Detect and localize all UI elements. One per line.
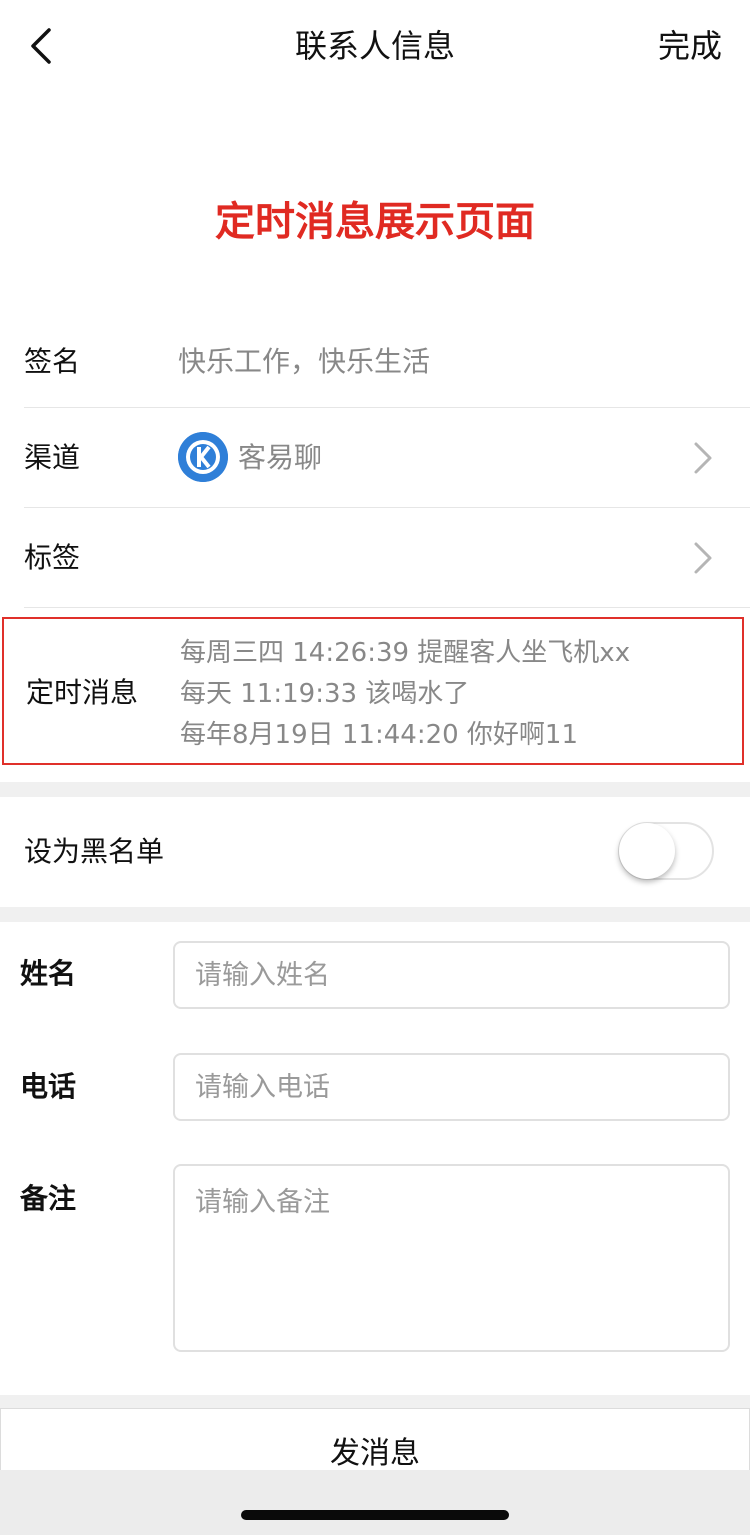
scheduled-label: 定时消息 (26, 676, 139, 709)
tags-row[interactable]: 标签 (0, 508, 750, 608)
section-gap (0, 1395, 750, 1408)
scheduled-item: 每年8月19日 11:44:20 你好啊11 (180, 720, 579, 750)
home-indicator[interactable] (241, 1510, 509, 1520)
divider (24, 607, 750, 608)
scheduled-item: 每天 11:19:33 该喝水了 (180, 679, 470, 709)
note-label: 备注 (20, 1182, 77, 1215)
tags-label: 标签 (24, 541, 81, 574)
section-gap (0, 907, 750, 922)
name-label: 姓名 (20, 957, 77, 990)
scheduled-list: 每周三四 14:26:39 提醒客人坐飞机xx 每天 11:19:33 该喝水了… (180, 633, 630, 756)
keyiliao-logo-icon (178, 432, 228, 482)
phone-input[interactable] (173, 1053, 730, 1121)
blacklist-row: 设为黑名单 (0, 797, 750, 907)
phone-label: 电话 (20, 1070, 77, 1103)
chevron-right-icon (694, 542, 712, 574)
section-gap (0, 782, 750, 797)
signature-value: 快乐工作，快乐生活 (178, 345, 431, 378)
channel-row[interactable]: 渠道 客易聊 (0, 408, 750, 508)
signature-row: 签名 快乐工作，快乐生活 (0, 312, 750, 412)
name-input[interactable] (173, 941, 730, 1009)
blacklist-label: 设为黑名单 (24, 835, 165, 868)
home-indicator-bar (0, 1470, 750, 1535)
channel-label: 渠道 (24, 441, 81, 474)
banner-text: 定时消息展示页面 (215, 199, 535, 245)
scheduled-item: 每周三四 14:26:39 提醒客人坐飞机xx (180, 638, 631, 668)
toggle-knob (619, 823, 675, 879)
page-title: 联系人信息 (294, 27, 455, 65)
scheduled-messages-section: 定时消息 每周三四 14:26:39 提醒客人坐飞机xx 每天 11:19:33… (2, 617, 744, 765)
nav-bar: 联系人信息 完成 (0, 0, 750, 90)
channel-name: 客易聊 (238, 441, 323, 474)
done-button[interactable]: 完成 (658, 22, 722, 70)
signature-label: 签名 (24, 345, 81, 378)
chevron-right-icon (694, 442, 712, 474)
note-textarea[interactable] (173, 1164, 730, 1352)
blacklist-toggle[interactable] (618, 822, 714, 880)
